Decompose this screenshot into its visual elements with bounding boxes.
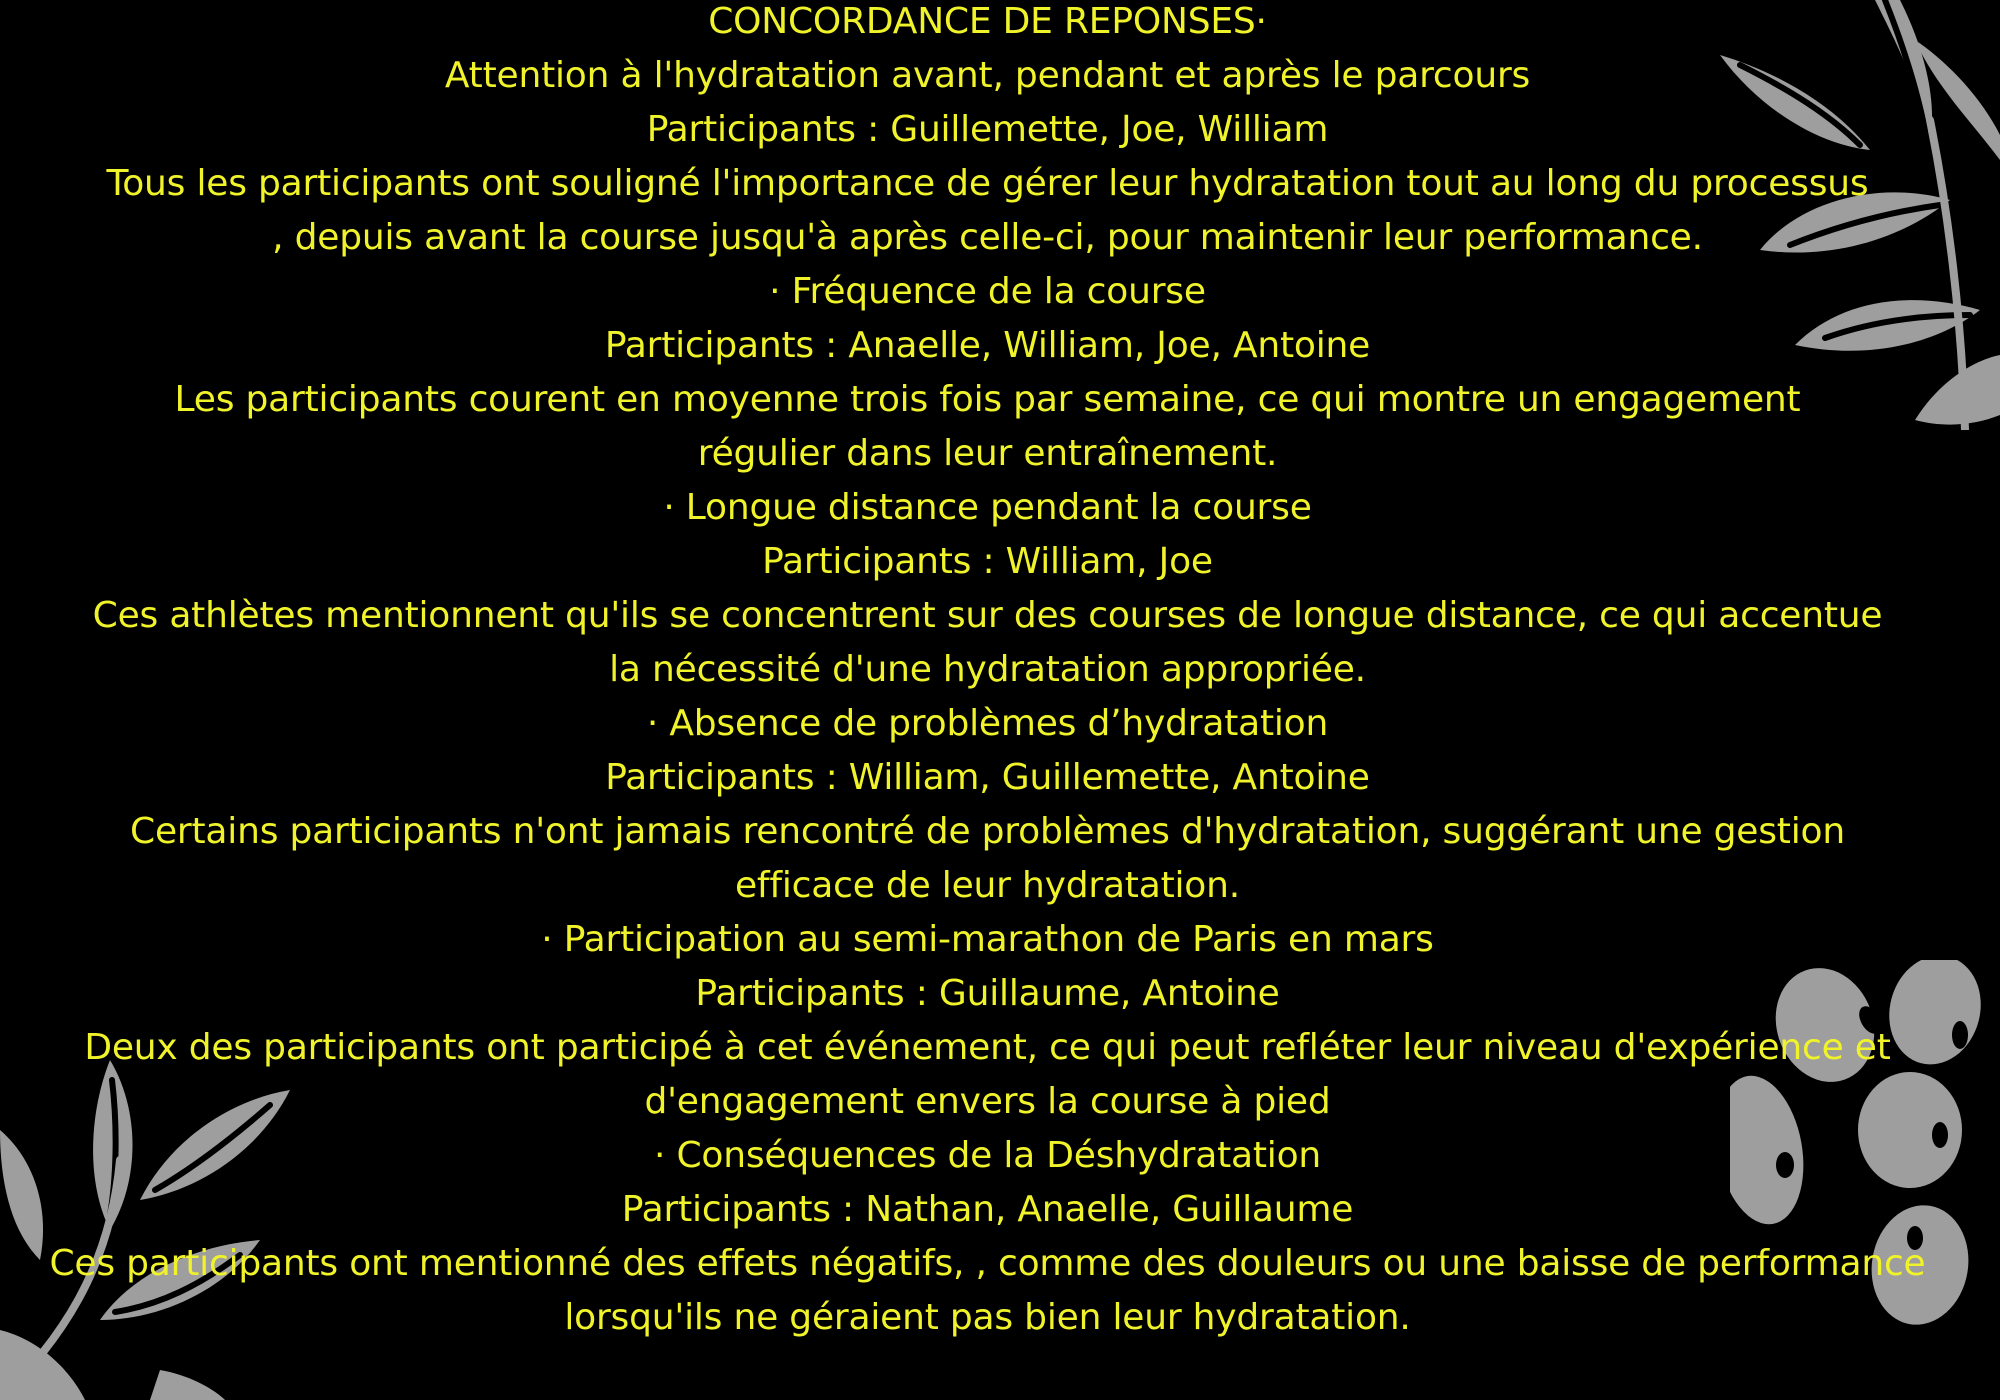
section-description: Deux des participants ont participé à ce…	[84, 1027, 1891, 1068]
section-description: d'engagement envers la course à pied	[644, 1081, 1331, 1122]
document-title: CONCORDANCE DE REPONSES·	[708, 1, 1267, 42]
section-description: lorsqu'ils ne géraient pas bien leur hyd…	[564, 1297, 1411, 1338]
participants-line: Participants : Anaelle, William, Joe, An…	[604, 325, 1371, 366]
section-description: Tous les participants ont souligné l'imp…	[106, 163, 1869, 204]
section-description: , depuis avant la course jusqu'à après c…	[272, 217, 1703, 258]
section-description: Ces participants ont mentionné des effet…	[49, 1243, 1926, 1284]
section-description: Les participants courent en moyenne troi…	[174, 379, 1801, 420]
participants-line: Participants : William, Joe	[762, 541, 1213, 582]
participants-line: Participants : Nathan, Anaelle, Guillaum…	[621, 1189, 1354, 1230]
section-description: régulier dans leur entraînement.	[697, 433, 1278, 474]
section-heading: Attention à l'hydratation avant, pendant…	[444, 55, 1531, 96]
section-description: la nécessité d'une hydratation approprié…	[609, 649, 1366, 690]
section-description: Ces athlètes mentionnent qu'ils se conce…	[92, 595, 1883, 636]
document-body: CONCORDANCE DE REPONSES· Attention à l'h…	[0, 0, 2000, 1400]
section-heading: · Longue distance pendant la course	[663, 487, 1312, 528]
participants-line: Participants : William, Guillemette, Ant…	[605, 757, 1370, 798]
participants-line: Participants : Guillaume, Antoine	[695, 973, 1280, 1014]
section-heading: · Absence de problèmes d’hydratation	[646, 703, 1329, 744]
participants-line: Participants : Guillemette, Joe, William	[646, 109, 1329, 150]
section-heading: · Fréquence de la course	[769, 271, 1206, 312]
section-description: Certains participants n'ont jamais renco…	[130, 811, 1845, 852]
section-description: efficace de leur hydratation.	[734, 865, 1240, 906]
section-heading: · Conséquences de la Déshydratation	[653, 1135, 1322, 1176]
section-heading: · Participation au semi-marathon de Pari…	[541, 919, 1434, 960]
